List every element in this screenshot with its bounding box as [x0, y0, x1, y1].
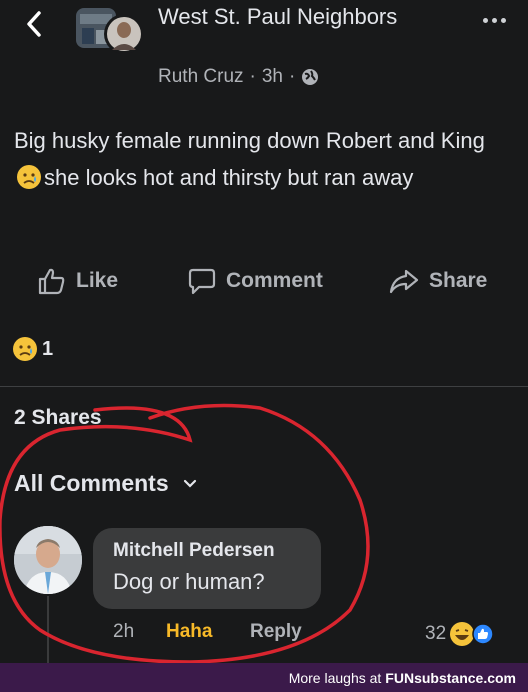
comment-author[interactable]: Mitchell Pedersen — [113, 540, 275, 562]
comment-icon — [188, 268, 216, 295]
like-button[interactable]: Like — [37, 266, 118, 296]
dot — [500, 17, 506, 23]
group-name[interactable]: West St. Paul Neighbors — [158, 1, 398, 32]
watermark-footer: More laughs at FUNsubstance.com — [0, 663, 528, 692]
comment-button[interactable]: Comment — [187, 266, 323, 296]
dot — [491, 17, 497, 23]
reactions-summary[interactable]: 1 — [12, 336, 53, 362]
comment-reaction-count: 32 — [425, 623, 447, 644]
chevron-left-icon — [27, 11, 41, 37]
comment-reply-button[interactable]: Reply — [250, 621, 302, 643]
comment-text: Dog or human? — [113, 569, 265, 594]
share-label: Share — [429, 269, 488, 292]
comments-filter-label: All Comments — [14, 470, 169, 496]
more-options-button[interactable] — [478, 10, 510, 30]
share-arrow-icon — [389, 269, 419, 294]
post-text-part2: she looks hot and thirsty but ran away — [44, 165, 414, 190]
back-button[interactable] — [20, 8, 48, 40]
chevron-down-icon — [183, 479, 196, 488]
group-avatar[interactable] — [74, 6, 146, 56]
comment-label: Comment — [226, 269, 323, 292]
meta-separator: · — [249, 66, 256, 87]
commenter-avatar[interactable] — [14, 526, 82, 594]
author-name[interactable]: Ruth Cruz — [158, 66, 244, 88]
post-text: Big husky female running down Robert and… — [14, 122, 519, 196]
sad-reaction-icon — [13, 337, 37, 361]
post-actions-bar: Like Comment Share — [0, 266, 528, 306]
thumbs-up-icon — [38, 268, 65, 295]
divider — [0, 386, 528, 387]
footer-text: More laughs at — [288, 669, 382, 686]
shares-count[interactable]: 2 Shares — [14, 406, 102, 430]
dot — [482, 17, 488, 23]
reaction-count: 1 — [42, 337, 54, 360]
post-text-part1: Big husky female running down Robert and… — [14, 128, 485, 153]
share-button[interactable]: Share — [388, 266, 487, 296]
footer-brand: FUNsubstance.com — [385, 669, 516, 686]
like-reaction-icon — [472, 623, 494, 645]
sad-emoji-icon — [17, 165, 41, 189]
comment-time[interactable]: 2h — [113, 621, 134, 643]
like-label: Like — [76, 269, 119, 292]
comments-filter-dropdown[interactable]: All Comments — [14, 470, 197, 497]
post-time[interactable]: 3h — [262, 66, 283, 88]
thread-line — [47, 596, 49, 666]
comment-reactions-summary[interactable]: 32 — [425, 621, 494, 647]
post-meta: Ruth Cruz · 3h · — [158, 66, 319, 88]
globe-icon — [302, 69, 319, 85]
meta-separator: · — [289, 66, 296, 87]
comment-reaction-button[interactable]: Haha — [166, 621, 212, 643]
